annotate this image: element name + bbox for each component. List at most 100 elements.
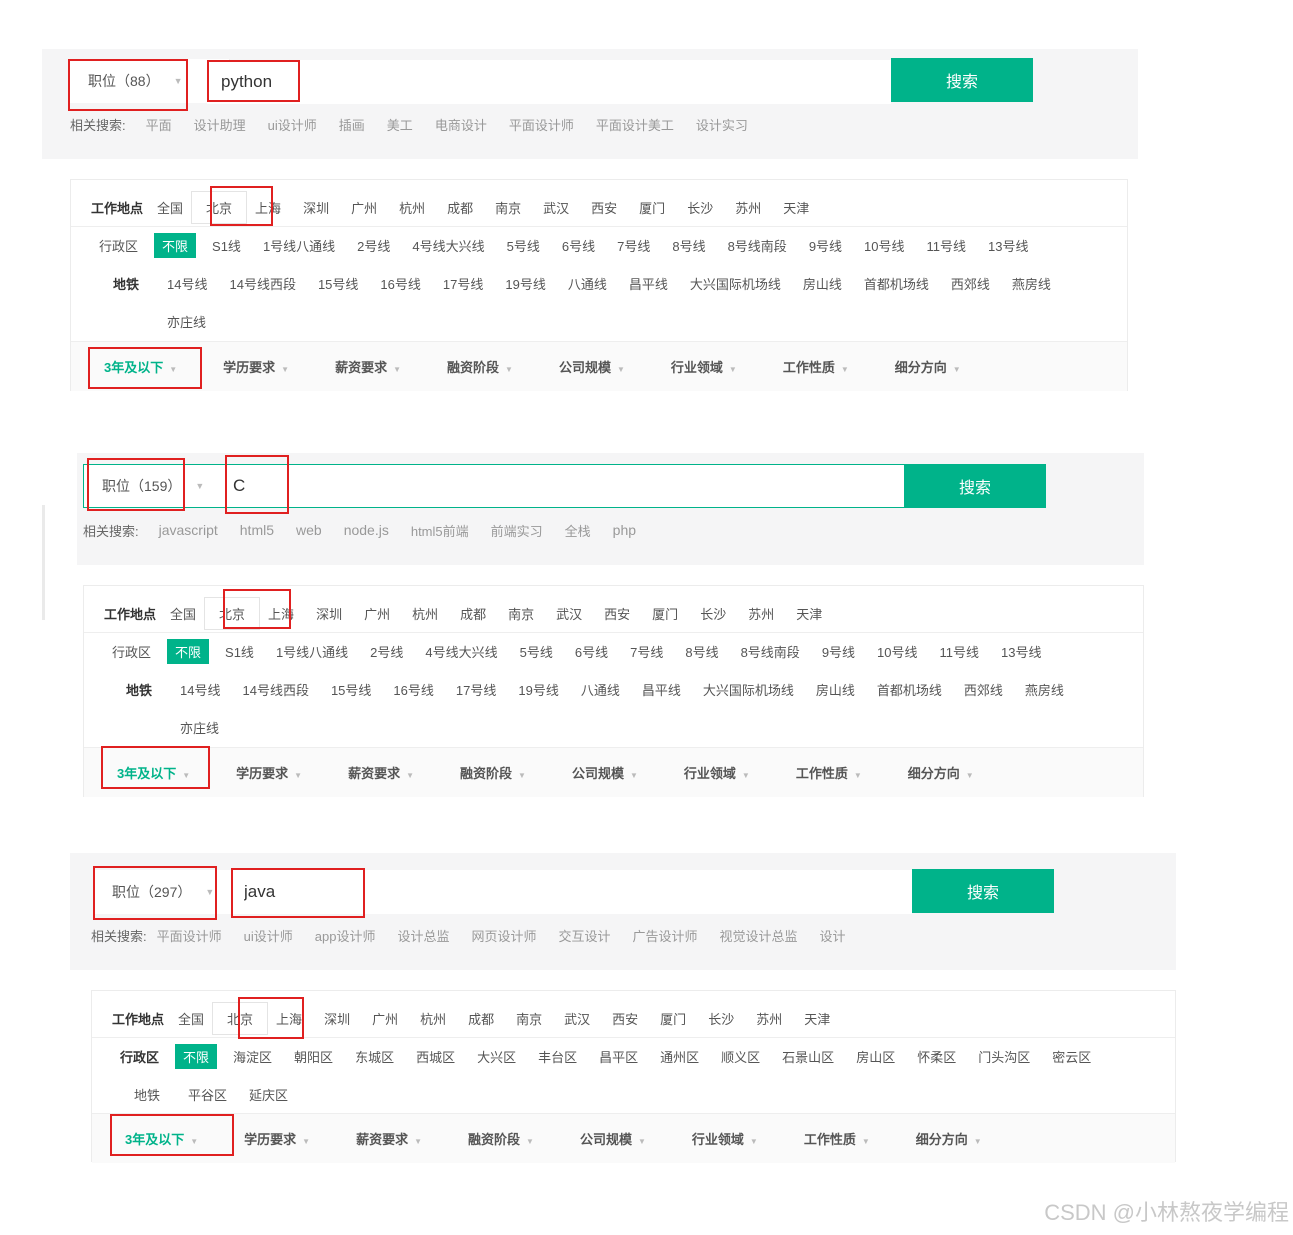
filter-unlimited[interactable]: 不限 [167,638,210,664]
city-item[interactable]: 南京 [495,198,521,217]
subway-line[interactable]: 房山线 [816,680,855,699]
city-item[interactable]: 天津 [804,1009,830,1028]
position-select[interactable]: 职位（88） ▼ [70,59,230,103]
subway-line[interactable]: 17号线 [443,274,483,293]
city-item[interactable]: 上海 [255,198,281,217]
city-item[interactable]: 成都 [447,198,473,217]
subway-line[interactable]: 1号线八通线 [276,642,348,661]
subway-line[interactable]: S1线 [225,642,254,661]
city-item[interactable]: 厦门 [660,1009,686,1028]
district-item[interactable]: 东城区 [355,1047,394,1066]
city-item[interactable]: 广州 [372,1009,398,1028]
related-item[interactable]: 网页设计师 [471,926,536,945]
district-item[interactable]: 顺义区 [721,1047,760,1066]
city-item[interactable]: 长沙 [700,604,726,623]
related-item[interactable]: 设计总监 [397,926,449,945]
district-item[interactable]: 房山区 [856,1047,895,1066]
subway-line[interactable]: 1号线八通线 [263,236,335,255]
filter-direction[interactable]: 细分方向 ▼ [895,357,961,376]
related-item[interactable]: 设计 [820,926,846,945]
subway-line[interactable]: 11号线 [940,642,980,661]
city-item[interactable]: 西安 [612,1009,638,1028]
city-item[interactable]: 深圳 [316,604,342,623]
subway-line[interactable]: 大兴国际机场线 [690,274,781,293]
related-item[interactable]: ui设计师 [268,115,317,134]
subway-line[interactable]: 14号线西段 [242,680,308,699]
subway-line[interactable]: 8号线 [685,642,718,661]
filter-company-size[interactable]: 公司规模 ▼ [559,357,625,376]
subway-tab[interactable]: 地铁 [113,274,139,293]
related-item[interactable]: 电商设计 [435,115,487,134]
city-item[interactable]: 武汉 [543,198,569,217]
related-item[interactable]: 前端实习 [491,521,543,540]
district-item[interactable]: 平谷区 [188,1085,227,1104]
search-input[interactable] [219,464,904,508]
filter-salary[interactable]: 薪资要求 ▼ [356,1129,422,1148]
subway-line[interactable]: 燕房线 [1025,680,1064,699]
city-item[interactable]: 苏州 [748,604,774,623]
subway-line[interactable]: 14号线西段 [229,274,295,293]
district-tab[interactable]: 行政区 [112,642,151,661]
city-item[interactable]: 上海 [276,1009,302,1028]
subway-line[interactable]: 9号线 [809,236,842,255]
filter-direction[interactable]: 细分方向 ▼ [916,1129,982,1148]
city-item[interactable]: 南京 [516,1009,542,1028]
related-item[interactable]: 插画 [339,115,365,134]
filter-salary[interactable]: 薪资要求 ▼ [348,763,414,782]
district-item[interactable]: 延庆区 [249,1085,288,1104]
filter-education[interactable]: 学历要求 ▼ [236,763,302,782]
subway-line[interactable]: 6号线 [562,236,595,255]
subway-line[interactable]: 14号线 [167,274,207,293]
subway-line[interactable]: 5号线 [507,236,540,255]
related-item[interactable]: 设计实习 [696,115,748,134]
related-item[interactable]: 全栈 [565,521,591,540]
subway-line[interactable]: 19号线 [505,274,545,293]
subway-line[interactable]: 房山线 [803,274,842,293]
filter-company-size[interactable]: 公司规模 ▼ [572,763,638,782]
subway-line[interactable]: 5号线 [520,642,553,661]
city-item[interactable]: 天津 [783,198,809,217]
subway-tab[interactable]: 地铁 [126,680,152,699]
city-item[interactable]: 苏州 [756,1009,782,1028]
district-item[interactable]: 海淀区 [233,1047,272,1066]
city-item[interactable]: 成都 [468,1009,494,1028]
subway-line[interactable]: 燕房线 [1012,274,1051,293]
city-item[interactable]: 长沙 [708,1009,734,1028]
filter-unlimited[interactable]: 不限 [175,1043,218,1069]
related-item[interactable]: 视觉设计总监 [720,926,798,945]
subway-line[interactable]: 8号线南段 [741,642,800,661]
filter-education[interactable]: 学历要求 ▼ [244,1129,310,1148]
district-item[interactable]: 大兴区 [477,1047,516,1066]
filter-funding[interactable]: 融资阶段 ▼ [447,357,513,376]
related-item[interactable]: node.js [344,522,389,538]
city-item[interactable]: 厦门 [652,604,678,623]
position-select[interactable]: 职位（297） ▼ [94,870,239,914]
district-tab[interactable]: 行政区 [120,1047,159,1066]
subway-line[interactable]: 13号线 [1001,642,1041,661]
subway-line[interactable]: 13号线 [988,236,1028,255]
related-item[interactable]: 平面 [146,115,172,134]
related-item[interactable]: php [613,522,636,538]
related-item[interactable]: html5 [240,522,274,538]
filter-industry[interactable]: 行业领域 ▼ [692,1129,758,1148]
search-button[interactable]: 搜索 [904,464,1046,508]
filter-education[interactable]: 学历要求 ▼ [223,357,289,376]
district-item[interactable]: 门头沟区 [978,1047,1030,1066]
district-item[interactable]: 西城区 [416,1047,455,1066]
subway-line[interactable]: 西郊线 [964,680,1003,699]
filter-industry[interactable]: 行业领域 ▼ [684,763,750,782]
subway-tab[interactable]: 地铁 [134,1085,160,1104]
city-item-selected[interactable]: 北京 [204,596,261,630]
related-item[interactable]: html5前端 [411,521,469,540]
filter-salary[interactable]: 薪资要求 ▼ [335,357,401,376]
city-item[interactable]: 武汉 [564,1009,590,1028]
city-item[interactable]: 杭州 [399,198,425,217]
subway-line[interactable]: 19号线 [518,680,558,699]
subway-line[interactable]: 八通线 [581,680,620,699]
related-item[interactable]: 平面设计师 [157,926,222,945]
subway-line[interactable]: 4号线大兴线 [412,236,484,255]
filter-experience[interactable]: 3年及以下 ▼ [104,357,177,376]
subway-line[interactable]: 8号线 [672,236,705,255]
filter-unlimited[interactable]: 不限 [154,232,197,258]
subway-line[interactable]: 15号线 [331,680,371,699]
